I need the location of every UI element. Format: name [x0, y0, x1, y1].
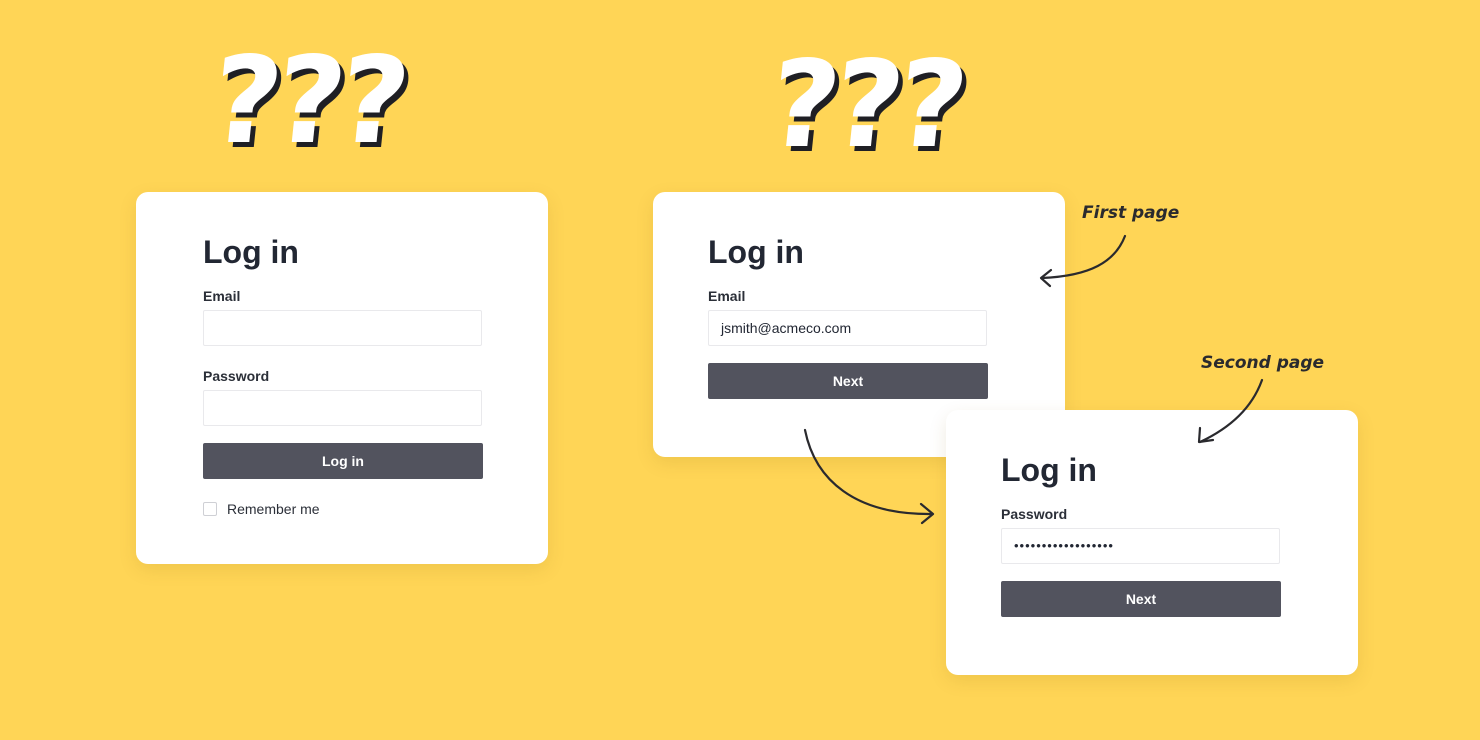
second-page-arrow-icon: [1198, 378, 1264, 444]
flow-arrow-icon: [803, 428, 934, 516]
first-page-arrow-icon: [1040, 234, 1127, 280]
annotation-arrows: [803, 234, 1264, 525]
